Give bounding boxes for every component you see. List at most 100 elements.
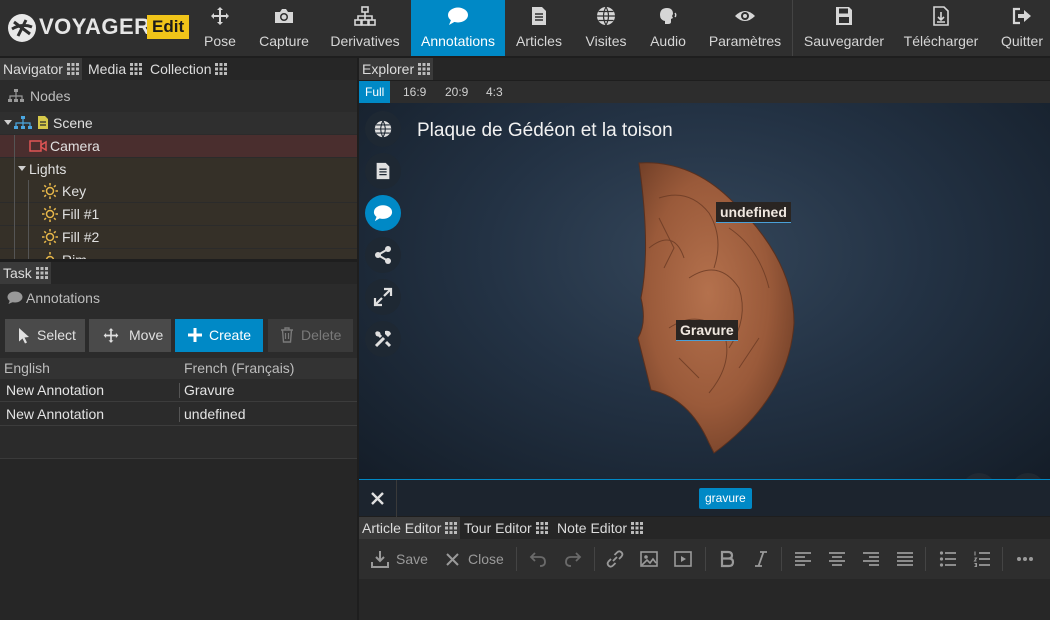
tab-tour-editor[interactable]: Tour Editor [461,517,551,539]
toolbar-pose-button[interactable]: Pose [193,0,247,56]
tag-chip[interactable]: gravure [699,488,752,509]
align-justify-icon[interactable] [894,539,916,579]
align-center-icon[interactable] [826,539,848,579]
table-row[interactable]: New Annotation undefined [0,403,357,426]
tree-node-fill-1[interactable]: Fill #1 [0,203,357,226]
editor-save-button[interactable]: Save [371,539,428,579]
tree-node-label: Lights [29,161,67,177]
tab-media[interactable]: Media [85,58,145,80]
expand-icon[interactable] [365,279,401,315]
align-left-icon[interactable] [792,539,814,579]
tab-collection-label: Collection [150,61,212,77]
annotation-marker[interactable]: undefined [716,202,791,223]
close-icon[interactable] [359,480,397,517]
toolbar-parametres-button[interactable]: Paramètres [703,0,787,56]
tree-guide-line [28,180,29,203]
globe-icon[interactable] [365,111,401,147]
aspect-full-button[interactable]: Full [359,81,391,103]
tree-node-camera[interactable]: Camera [0,135,357,158]
tab-media-label: Media [88,61,127,77]
toolbar-telecharger-button[interactable]: Télécharger [900,0,982,56]
toolbar-audio-button[interactable]: Audio [643,0,693,56]
toolbar-divider [516,547,517,571]
bullet-list-icon[interactable] [937,539,959,579]
select-button[interactable]: Select [5,319,85,352]
tree-node-label: Rim [62,249,87,259]
nodes-title-label: Nodes [30,88,71,104]
tree-node-label: Fill #2 [62,229,100,245]
align-right-icon[interactable] [860,539,882,579]
table-row[interactable]: New Annotation Gravure [0,379,357,402]
download-icon [371,551,389,568]
tree-node-fill-2[interactable]: Fill #2 [0,226,357,249]
undo-icon[interactable] [527,539,549,579]
toolbar-derivatives-button[interactable]: Derivatives [323,0,407,56]
expand-caret-icon [4,120,12,125]
tree-node-label: Fill #1 [62,206,100,222]
aspect-20-9-button[interactable]: 20:9 [439,81,474,103]
toolbar-quitter-label: Quitter [1000,33,1043,49]
toolbar-divider [792,0,793,56]
nodes-title: Nodes [0,83,357,109]
sun-icon [42,229,58,245]
floppy-disk-icon [836,7,852,25]
toolbar-articles-button[interactable]: Articles [509,0,569,56]
grid-icon [445,522,458,534]
move-button[interactable]: Move [89,319,171,352]
task-tabs: Task [0,262,357,284]
tab-navigator[interactable]: Navigator [0,58,82,80]
tab-collection[interactable]: Collection [147,58,230,80]
share-icon[interactable] [365,237,401,273]
3d-viewport[interactable]: Plaque de Gédéon et la toison undefined … [359,103,1050,479]
tree-guide-line [14,180,15,203]
aspect-ratio-bar: Full 16:9 20:9 4:3 [359,81,1050,103]
delete-button[interactable]: Delete [268,319,353,352]
toolbar-visites-button[interactable]: Visites [579,0,633,56]
tree-guide-line [28,249,29,259]
bold-icon[interactable] [716,539,738,579]
tree-guide-line [28,226,29,249]
aspect-16-9-button[interactable]: 16:9 [397,81,432,103]
tab-explorer[interactable]: Explorer [359,58,434,80]
sun-icon [45,252,55,259]
tree-guide-line [14,203,15,226]
create-button[interactable]: Create [175,319,263,352]
close-icon [446,553,459,566]
tools-icon[interactable] [365,321,401,357]
expand-caret-icon [18,166,26,171]
numbered-list-icon[interactable] [971,539,993,579]
toolbar-quitter-button[interactable]: Quitter [996,0,1048,56]
toolbar-sauvegarder-button[interactable]: Sauvegarder [800,0,888,56]
mode-badge: Edit [147,15,190,39]
tree-node-rim[interactable]: Rim [0,249,357,259]
comment-icon [7,291,23,304]
grid-icon [130,63,143,75]
tab-note-editor[interactable]: Note Editor [554,517,646,539]
redo-icon[interactable] [562,539,584,579]
document-icon[interactable] [365,153,401,189]
grid-icon [215,63,228,75]
link-icon[interactable] [604,539,626,579]
toolbar-sauvegarder-label: Sauvegarder [803,33,885,49]
tab-tour-editor-label: Tour Editor [464,520,532,536]
italic-icon[interactable] [750,539,772,579]
tab-explorer-label: Explorer [362,61,415,77]
comment-icon [448,7,468,25]
tree-node-key[interactable]: Key [0,180,357,203]
image-icon[interactable] [638,539,660,579]
editor-close-button[interactable]: Close [445,539,504,579]
tree-node-scene[interactable]: Scene [0,112,357,134]
tree-node-lights[interactable]: Lights [0,158,357,181]
tab-task[interactable]: Task [0,262,51,284]
hierarchy-icon [14,116,32,129]
tab-article-editor[interactable]: Article Editor [359,517,461,539]
toolbar-annotations-button[interactable]: Annotations [411,0,505,56]
media-icon[interactable] [672,539,694,579]
article-editor-body[interactable] [359,579,1050,620]
toolbar-capture-button[interactable]: Capture [251,0,317,56]
comment-icon[interactable] [365,195,401,231]
annotation-marker[interactable]: Gravure [676,320,738,341]
aspect-4-3-button[interactable]: 4:3 [480,81,509,103]
cell-french: undefined [184,406,246,422]
more-options-icon[interactable] [1014,539,1036,579]
